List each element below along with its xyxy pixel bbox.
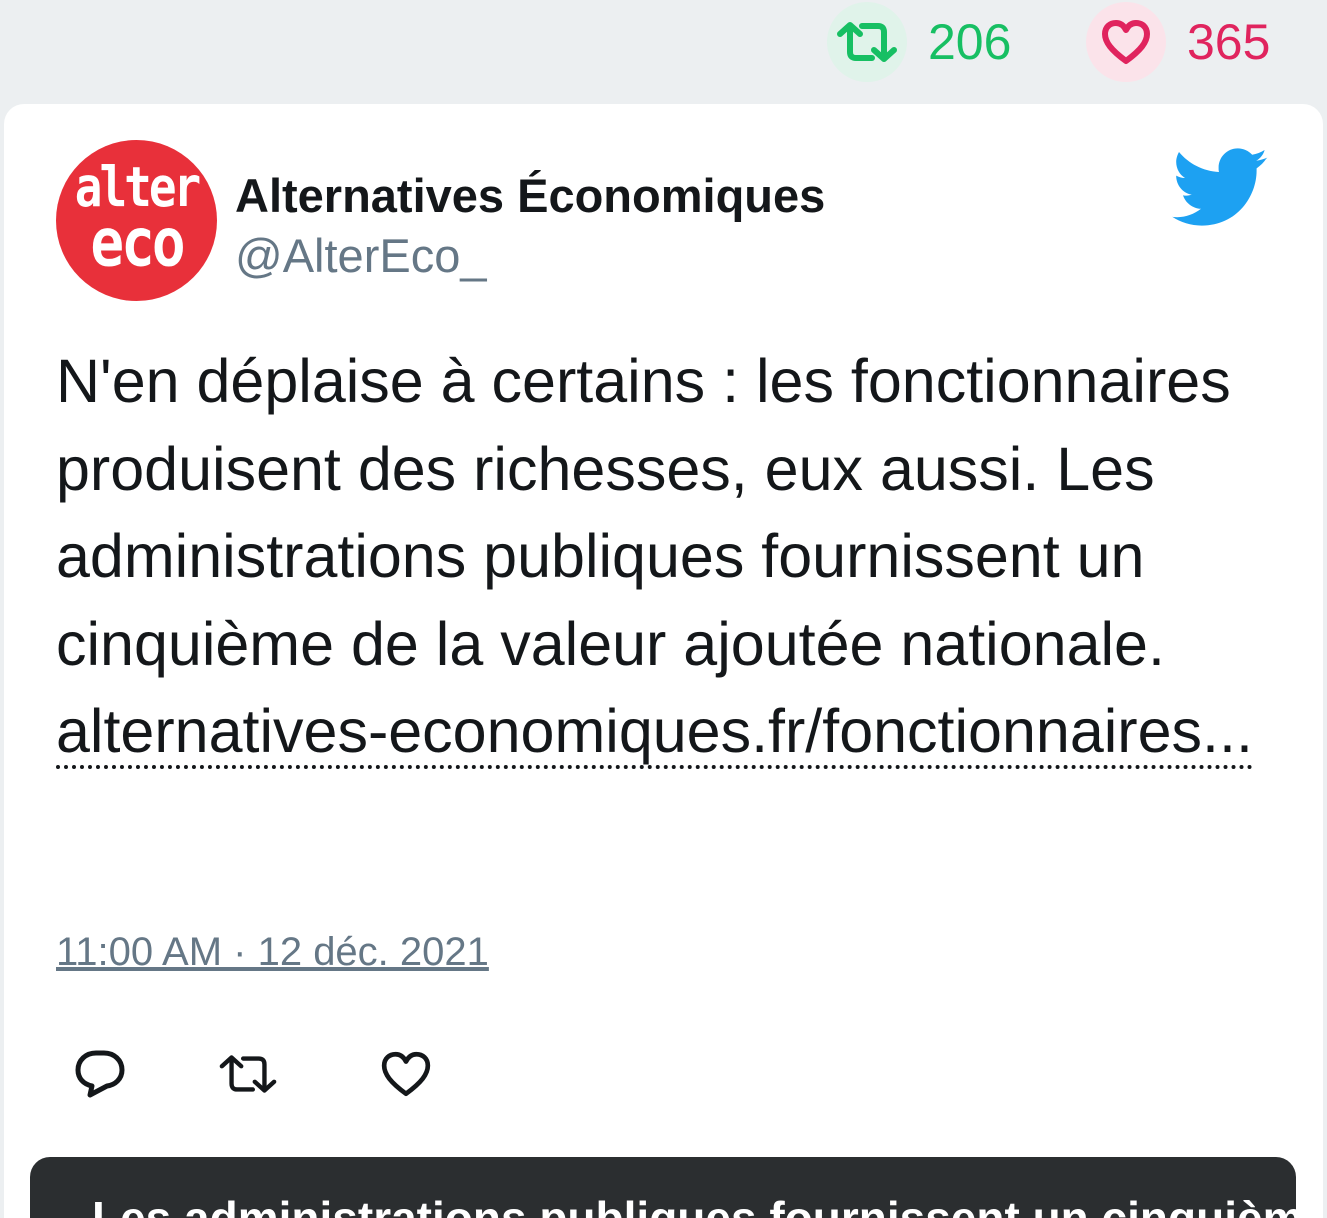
retweet-button[interactable] [218,1044,278,1104]
twitter-bird-icon[interactable] [1172,148,1270,228]
avatar-logo-line2: eco [90,203,185,282]
retweet-stat[interactable]: 206 [827,2,1011,82]
tweet-link[interactable]: alternatives-economiques.fr/fonctionnair… [56,697,1253,769]
tweet-embed-page: 206 365 alter eco Alternatives Économiqu… [0,0,1327,1218]
user-handle[interactable]: @AlterEco_ [235,228,486,283]
like-button[interactable] [376,1044,436,1104]
reply-button[interactable] [70,1044,130,1104]
like-stat[interactable]: 365 [1086,2,1270,82]
retweet-icon [837,22,897,62]
reply-icon [75,1050,125,1098]
tweet-body: N'en déplaise à certains : les fonctionn… [56,347,1231,678]
heart-icon [1102,20,1150,64]
tweet-text: N'en déplaise à certains : les fonctionn… [56,338,1276,776]
retweet-icon-circle [827,2,907,82]
tweet-timestamp[interactable]: 11:00 AM · 12 déc. 2021 [56,930,489,975]
display-name[interactable]: Alternatives Économiques [235,168,825,223]
link-preview-card[interactable]: Les administrations publiques fournissen… [30,1157,1296,1218]
like-count: 365 [1187,14,1271,70]
tweet-card: alter eco Alternatives Économiques @Alte… [4,104,1323,1218]
previous-tweet-stats: 206 365 [0,0,1327,92]
heart-icon [381,1051,431,1097]
tweet-actions [4,1044,604,1114]
retweet-icon [219,1055,277,1093]
like-icon-circle [1086,2,1166,82]
link-preview-title: Les administrations publiques fournissen… [92,1192,1296,1218]
retweet-count: 206 [928,14,1012,70]
avatar[interactable]: alter eco [56,140,217,301]
